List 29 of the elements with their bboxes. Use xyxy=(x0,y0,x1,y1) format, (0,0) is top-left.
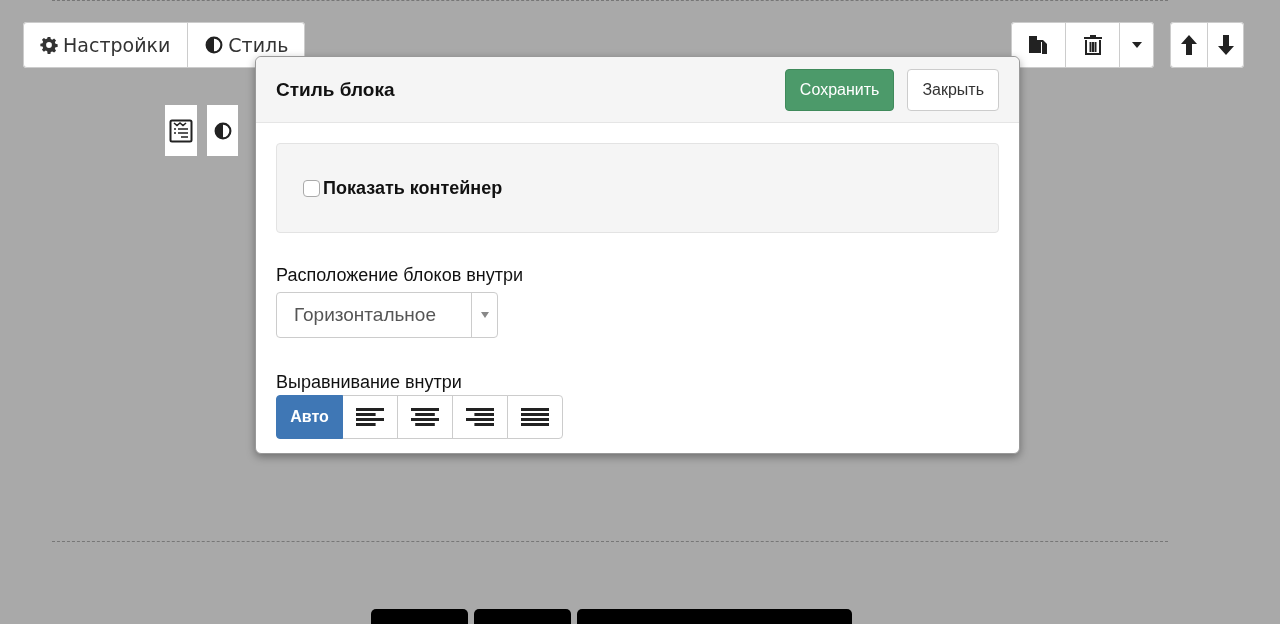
contrast-icon xyxy=(213,121,232,140)
align-center-icon xyxy=(411,408,439,426)
align-left-button[interactable] xyxy=(342,395,398,439)
layout-label: Расположение блоков внутри xyxy=(276,265,525,286)
align-justify-button[interactable] xyxy=(507,395,563,439)
form-button[interactable] xyxy=(165,105,197,156)
form-icon xyxy=(169,118,193,143)
caret-icon xyxy=(480,312,489,318)
align-left-icon xyxy=(356,408,384,426)
caret-icon xyxy=(1132,42,1142,48)
trash-icon xyxy=(1082,34,1103,56)
align-center-button[interactable] xyxy=(397,395,453,439)
dialog-title: Стиль блока xyxy=(276,78,396,101)
align-right-icon xyxy=(466,408,494,426)
align-justify-icon xyxy=(521,408,549,426)
align-right-button[interactable] xyxy=(452,395,508,439)
arrow-down-icon xyxy=(1218,35,1234,55)
arrow-up-icon xyxy=(1180,35,1197,55)
copy-icon xyxy=(1027,34,1049,56)
tab[interactable]: Настройки xyxy=(23,22,188,68)
checkbox[interactable] xyxy=(303,179,320,197)
alignment-label: Выравнивание внутри xyxy=(276,372,463,393)
contrast-icon xyxy=(205,36,224,54)
close-button[interactable]: Закрыть xyxy=(907,68,999,111)
checkbox-label[interactable]: Показать контейнер xyxy=(323,177,503,199)
auto-align-button[interactable]: Авто xyxy=(276,395,343,439)
settings-icon xyxy=(40,36,58,54)
layout-select[interactable]: Горизонтальное xyxy=(276,292,498,338)
contrast-button[interactable] xyxy=(207,105,238,156)
